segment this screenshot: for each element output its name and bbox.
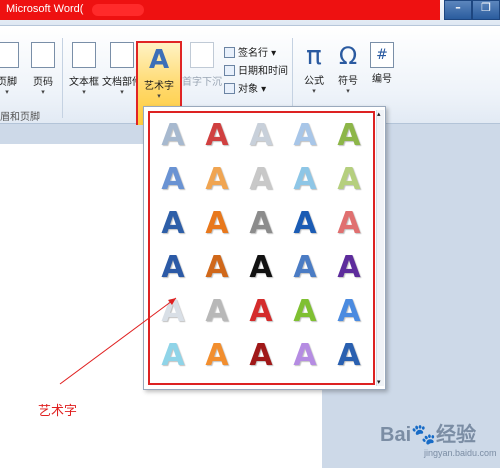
paw-icon: 🐾 bbox=[411, 424, 437, 446]
annotation-caption: 艺术字 bbox=[38, 404, 78, 419]
baidu-watermark: Bai🐾经验 jingyan.baidu.com bbox=[380, 424, 497, 458]
annotation-arrow bbox=[59, 297, 177, 385]
